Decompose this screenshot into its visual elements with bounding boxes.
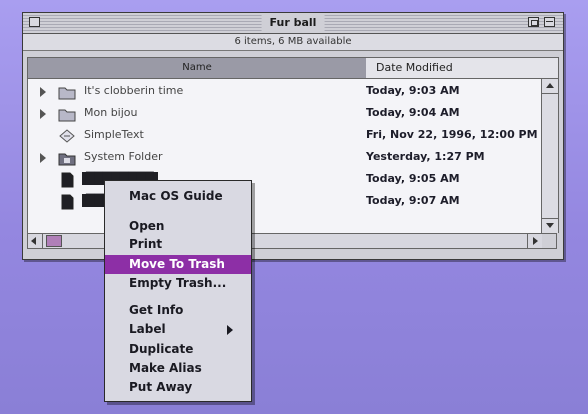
scroll-right-arrow-icon[interactable]: [527, 234, 542, 248]
scroll-left-arrow-icon[interactable]: [28, 234, 43, 248]
folder-icon: [58, 109, 76, 122]
file-date: Yesterday, 1:27 PM: [366, 150, 485, 163]
scroll-up-arrow-icon[interactable]: [542, 79, 558, 94]
folder-icon: [58, 87, 76, 100]
submenu-arrow-icon: [227, 325, 233, 335]
list-item[interactable]: SimpleText Fri, Nov 22, 1996, 12:00 PM: [28, 125, 542, 147]
menu-item-move-to-trash[interactable]: Move To Trash: [105, 255, 251, 274]
scroll-down-arrow-icon[interactable]: [542, 218, 558, 233]
menu-item-make-alias[interactable]: Make Alias: [105, 359, 251, 378]
file-name: It's clobberin time: [84, 84, 184, 97]
close-box-button[interactable]: [29, 17, 40, 27]
menu-item-get-info[interactable]: Get Info: [105, 301, 251, 320]
menu-item-empty-trash[interactable]: Empty Trash...: [105, 274, 251, 293]
disclosure-triangle-icon[interactable]: [40, 109, 46, 119]
menu-item-label[interactable]: Label: [105, 320, 251, 339]
file-date: Fri, Nov 22, 1996, 12:00 PM: [366, 128, 538, 141]
file-name: SimpleText: [84, 128, 144, 141]
contextual-menu: Mac OS Guide Open Print Move To Trash Em…: [104, 180, 252, 402]
list-item[interactable]: Mon bijou Today, 9:04 AM: [28, 103, 542, 125]
vertical-scrollbar[interactable]: [541, 79, 559, 233]
document-icon: [61, 172, 74, 188]
file-name: System Folder: [84, 150, 163, 163]
file-date: Today, 9:05 AM: [366, 172, 460, 185]
scroll-thumb[interactable]: [46, 235, 62, 247]
file-name: Mon bijou: [84, 106, 138, 119]
resize-grow-box[interactable]: [542, 234, 556, 248]
menu-item-mac-os-guide[interactable]: Mac OS Guide: [105, 187, 251, 206]
disclosure-triangle-icon[interactable]: [40, 153, 46, 163]
menu-item-print[interactable]: Print: [105, 235, 251, 254]
zoom-box-button[interactable]: [528, 17, 539, 27]
window-info-bar: 6 items, 6 MB available: [23, 34, 563, 51]
file-date: Today, 9:04 AM: [366, 106, 460, 119]
title-bar[interactable]: Fur ball: [23, 13, 563, 34]
column-header-name[interactable]: Name: [28, 58, 367, 78]
list-item[interactable]: System Folder Yesterday, 1:27 PM: [28, 147, 542, 169]
column-headers: Name Date Modified: [27, 57, 559, 79]
menu-item-duplicate[interactable]: Duplicate: [105, 340, 251, 359]
menu-item-open[interactable]: Open: [105, 217, 251, 236]
application-icon: [59, 129, 75, 143]
menu-item-label-text: Label: [129, 322, 166, 336]
collapse-box-button[interactable]: [544, 17, 555, 27]
document-icon: [61, 194, 74, 210]
system-folder-icon: [58, 153, 76, 166]
menu-item-put-away[interactable]: Put Away: [105, 378, 251, 397]
column-header-date-modified[interactable]: Date Modified: [366, 58, 558, 78]
file-date: Today, 9:07 AM: [366, 194, 460, 207]
disclosure-triangle-icon[interactable]: [40, 87, 46, 97]
window-title: Fur ball: [261, 15, 325, 31]
list-item[interactable]: It's clobberin time Today, 9:03 AM: [28, 81, 542, 103]
file-date: Today, 9:03 AM: [366, 84, 460, 97]
